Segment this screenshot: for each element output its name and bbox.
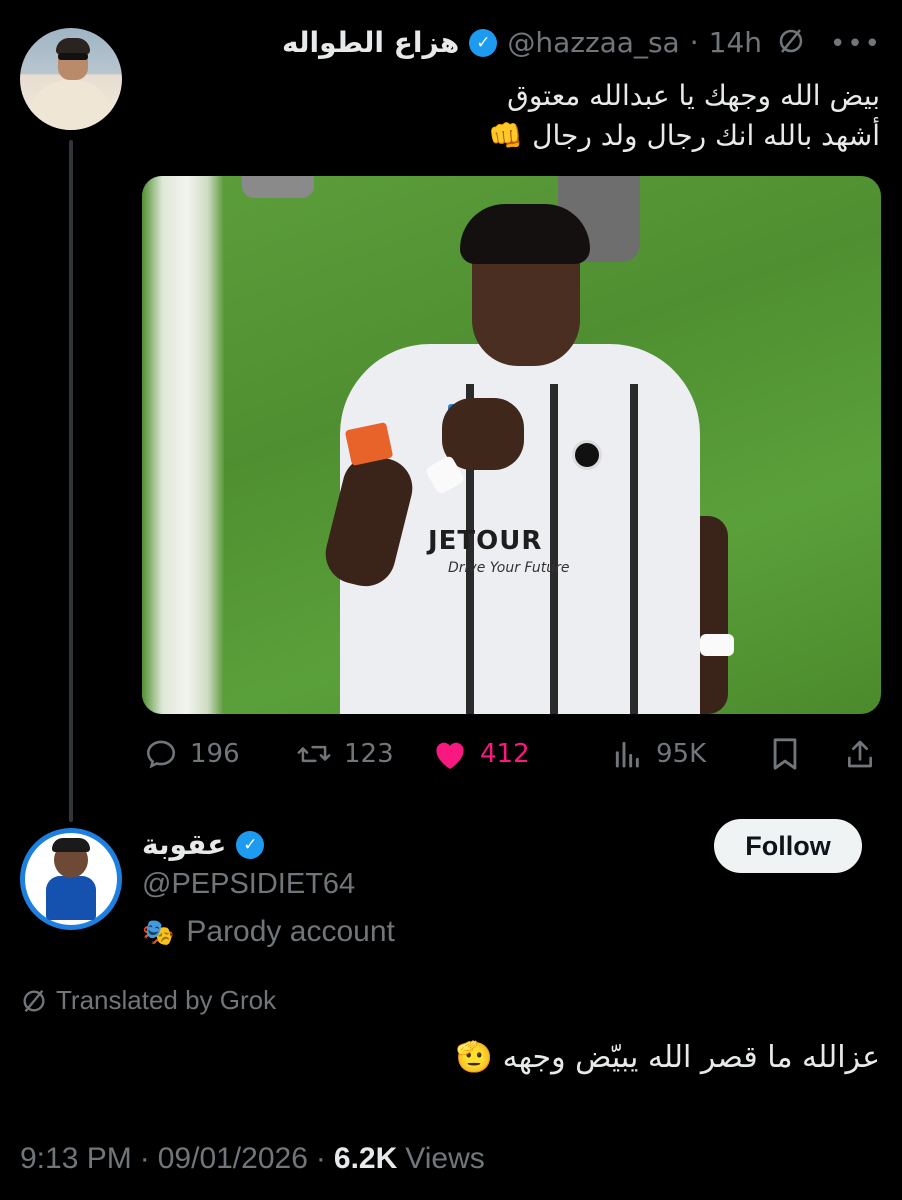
heart-filled-icon [436,742,464,769]
tweet-text: بيض الله وجهك يا عبدالله معتوق أشهد بالل… [160,76,880,156]
reply-text: عزالله ما قصر الله يبيّض وجهه 🫡 [455,1040,880,1075]
like-button[interactable]: 412 [432,737,530,771]
analytics-icon [615,741,639,768]
view-count: 95K [656,739,707,769]
follow-button[interactable]: Follow [714,819,862,873]
reply-author-name[interactable]: عقوبة [142,828,226,861]
author-handle[interactable]: @hazzaa_sa [507,26,679,59]
tweet-text-line-1: بيض الله وجهك يا عبدالله معتوق [507,79,880,112]
tweet-top-actions: ••• [776,26,882,62]
bookmark-icon [773,738,797,770]
post-time[interactable]: 9:13 PM [20,1142,132,1176]
author-name[interactable]: هزاع الطواله [282,26,459,59]
parody-label: 🎭 Parody account [142,915,395,949]
tweet-header: 14h · @hazzaa_sa ✓ هزاع الطواله [282,26,762,59]
share-button[interactable] [844,737,876,771]
verified-badge-icon: ✓ [236,830,265,859]
grok-slash-icon[interactable] [776,26,806,62]
parody-mask-icon: 🎭 [142,916,175,947]
reply-button[interactable]: 196 [144,737,240,771]
post-views-count: 6.2K [333,1142,398,1175]
post-views-label: Views [405,1142,485,1175]
repost-icon [297,745,331,763]
tweet-action-bar: 196 123 412 95K [142,732,880,776]
more-options-icon[interactable]: ••• [830,31,882,57]
views-button[interactable]: 95K [612,738,706,770]
post-date[interactable]: 09/01/2026 [158,1142,308,1176]
reply-icon [146,740,176,769]
bookmark-button[interactable] [770,737,800,771]
reply-header: عقوبة ✓ [142,828,265,861]
verified-badge-icon: ✓ [469,28,498,57]
like-count: 412 [480,739,530,769]
parody-text: Parody account [186,915,395,948]
repost-count: 123 [344,739,394,769]
jersey-sponsor-subtext: Drive Your Future [448,560,570,576]
reply-author-avatar[interactable] [20,828,122,930]
repost-button[interactable]: 123 [296,737,394,771]
jersey-sponsor-text: JETOUR [428,526,543,556]
share-icon [848,740,872,768]
reply-count: 196 [190,739,240,769]
tweet-media-image[interactable]: JETOUR Drive Your Future [142,176,881,714]
separator-dot: · [689,26,699,59]
translated-by-text: Translated by Grok [56,985,277,1015]
author-avatar[interactable] [20,28,122,130]
meta-dot: · [139,1142,150,1175]
reply-author-handle[interactable]: @PEPSIDIET64 [142,868,355,901]
tweet-text-line-2: أشهد بالله انك رجال ولد رجال 👊 [488,119,880,152]
reply-meta: 9:13 PM · 09/01/2026 · 6.2K Views [20,1142,485,1176]
grok-slash-icon [23,989,45,1012]
meta-dot: · [315,1142,326,1175]
thread-connector-line [69,140,73,822]
time-ago: 14h [708,26,762,59]
translation-notice: Translated by Grok [20,985,276,1016]
